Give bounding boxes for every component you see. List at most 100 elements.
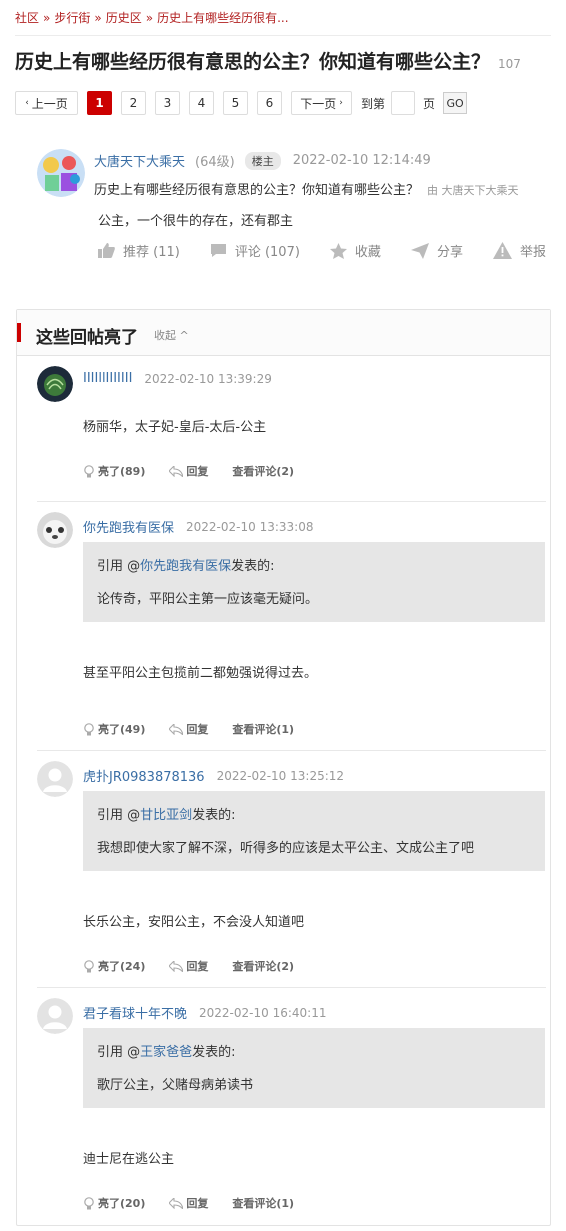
reply-header: 虎扑JR0983878136 2022-02-10 13:25:12 <box>83 766 344 786</box>
op-level: (64级) <box>195 155 235 170</box>
avatar[interactable] <box>37 366 73 402</box>
reply-author[interactable]: 虎扑JR0983878136 <box>83 766 205 785</box>
reply-button[interactable]: 回复 <box>169 721 208 737</box>
op-actions: 推荐 (11) 评论 (107) 收藏 分享 举报 <box>98 241 546 260</box>
op-header: 大唐天下大乘天 (64级) 楼主 2022-02-10 12:14:49 <box>94 151 431 170</box>
quote-header: 引用 @王家爸爸发表的: <box>97 1045 236 1060</box>
divider <box>15 35 551 36</box>
collapse-button[interactable]: 收起 ^ <box>154 327 189 343</box>
reply-actions: 亮了(89) 回复 查看评论(2) <box>83 463 318 479</box>
reply-button[interactable]: 回复 <box>169 1195 208 1211</box>
bulb-icon <box>84 464 94 477</box>
view-comments-button[interactable]: 查看评论(2) <box>232 958 294 974</box>
divider <box>37 501 546 502</box>
comment-icon <box>210 244 226 257</box>
prev-page-button[interactable]: ‹ 上一页 <box>15 91 78 115</box>
avatar[interactable] <box>37 149 85 197</box>
title-row: 历史上有哪些经历很有意思的公主？你知道有哪些公主？ 107 <box>15 47 555 74</box>
favorite-button[interactable]: 收藏 <box>329 241 381 260</box>
go-button[interactable]: GO <box>443 92 468 114</box>
quoted-author[interactable]: 王家爸爸 <box>140 1045 192 1060</box>
reply-author[interactable]: 你先跑我有医保 <box>83 517 174 536</box>
page-2[interactable]: 2 <box>121 91 146 115</box>
goto-label: 到第 <box>361 96 386 111</box>
comment-button[interactable]: 评论 (107) <box>210 241 300 260</box>
page-4[interactable]: 4 <box>189 91 214 115</box>
next-page-button[interactable]: 下一页 › <box>291 91 352 115</box>
page-title: 历史上有哪些经历很有意思的公主？你知道有哪些公主？ <box>15 51 491 73</box>
quote-header: 引用 @你先跑我有医保发表的: <box>97 559 275 574</box>
status-badge: 楼主 <box>244 151 281 170</box>
reply-author[interactable]: 君子看球十年不晚 <box>83 1003 187 1022</box>
bulb-icon <box>84 1196 94 1209</box>
reply-time: 2022-02-10 13:39:29 <box>144 371 272 386</box>
breadcrumb: 社区» 步行街» 历史区» 历史上有哪些经历很有... <box>15 9 289 26</box>
star-icon <box>329 242 347 259</box>
thumb-up-icon <box>98 243 115 258</box>
page-5[interactable]: 5 <box>223 91 248 115</box>
goto-page-input[interactable] <box>391 91 416 115</box>
reply-text: 杨丽华，太子妃-皇后-太后-公主 <box>83 420 267 435</box>
reply-button[interactable]: 回复 <box>169 463 208 479</box>
share-button[interactable]: 分享 <box>410 241 463 260</box>
quote-block: 引用 @你先跑我有医保发表的: 论传奇，平阳公主第一应该毫无疑问。 <box>83 542 545 622</box>
op-question: 历史上有哪些经历很有意思的公主？你知道有哪些公主？ 由 大唐天下大乘天 <box>94 179 546 198</box>
avatar[interactable] <box>37 512 73 548</box>
reply-actions: 亮了(49) 回复 查看评论(1) <box>83 721 318 737</box>
recommend-button[interactable]: 推荐 (11) <box>98 241 180 260</box>
quote-text: 我想即使大家了解不深，听得多的应该是太平公主、文成公主了吧 <box>97 841 475 856</box>
reply-header: 君子看球十年不晚 2022-02-10 16:40:11 <box>83 1003 327 1023</box>
op-author[interactable]: 大唐天下大乘天 <box>94 151 185 170</box>
op-time: 2022-02-10 12:14:49 <box>292 153 431 168</box>
reply-author[interactable]: IIIIllIIIIIII <box>83 371 132 386</box>
quoted-author[interactable]: 甘比亚剑 <box>140 808 192 823</box>
chevron-left-icon: ‹ <box>25 98 29 108</box>
light-button[interactable]: 亮了(89) <box>83 463 145 479</box>
reply-text: 甚至平阳公主包揽前二都勉强说得过去。 <box>83 666 318 681</box>
highlights-panel: 这些回帖亮了 收起 ^ IIIIllIIIIIII 2022-02-10 13:… <box>16 309 551 1226</box>
reply-icon <box>169 723 184 735</box>
divider <box>37 750 546 751</box>
page-3[interactable]: 3 <box>155 91 180 115</box>
quote-text: 论传奇，平阳公主第一应该毫无疑问。 <box>97 592 319 607</box>
warning-icon <box>492 242 512 259</box>
reply-time: 2022-02-10 13:33:08 <box>186 519 314 534</box>
view-comments-button[interactable]: 查看评论(1) <box>232 1195 294 1211</box>
breadcrumb-history[interactable]: 历史区 <box>106 11 142 25</box>
page-6[interactable]: 6 <box>257 91 282 115</box>
view-comments-button[interactable]: 查看评论(2) <box>232 463 294 479</box>
reply-time: 2022-02-10 16:40:11 <box>199 1005 327 1020</box>
quote-block: 引用 @王家爸爸发表的: 歌厅公主，父赌母病弟读书 <box>83 1028 545 1108</box>
reply-icon <box>169 960 184 972</box>
reply-header: 你先跑我有医保 2022-02-10 13:33:08 <box>83 517 314 537</box>
bulb-icon <box>84 959 94 972</box>
view-comments-button[interactable]: 查看评论(1) <box>232 721 294 737</box>
breadcrumb-current[interactable]: 历史上有哪些经历很有... <box>157 11 288 25</box>
avatar[interactable] <box>37 998 73 1034</box>
reply-icon <box>169 465 184 477</box>
reply-button[interactable]: 回复 <box>169 958 208 974</box>
breadcrumb-street[interactable]: 步行街 <box>54 11 90 25</box>
chevron-right-icon: › <box>339 98 343 108</box>
chevron-up-icon: ^ <box>179 329 189 342</box>
pagination: ‹ 上一页 1 2 3 4 5 6 下一页 › 到第 页 GO <box>15 91 468 115</box>
light-button[interactable]: 亮了(24) <box>83 958 145 974</box>
quote-header: 引用 @甘比亚剑发表的: <box>97 808 236 823</box>
reply-text: 迪士尼在逃公主 <box>83 1152 175 1167</box>
highlights-header: 这些回帖亮了 收起 ^ <box>17 310 550 356</box>
quoted-author[interactable]: 你先跑我有医保 <box>140 559 231 574</box>
reply-actions: 亮了(24) 回复 查看评论(2) <box>83 958 318 974</box>
reply-count: 107 <box>498 57 521 71</box>
light-button[interactable]: 亮了(20) <box>83 1195 145 1211</box>
reply-header: IIIIllIIIIIII 2022-02-10 13:39:29 <box>83 371 272 386</box>
page-1[interactable]: 1 <box>87 91 112 115</box>
report-button[interactable]: 举报 <box>492 241 546 260</box>
share-icon <box>410 242 429 259</box>
breadcrumb-community[interactable]: 社区 <box>15 11 39 25</box>
avatar[interactable] <box>37 761 73 797</box>
light-button[interactable]: 亮了(49) <box>83 721 145 737</box>
bulb-icon <box>84 722 94 735</box>
reply-icon <box>169 1197 184 1209</box>
divider <box>37 987 546 988</box>
quote-text: 歌厅公主，父赌母病弟读书 <box>97 1078 254 1093</box>
